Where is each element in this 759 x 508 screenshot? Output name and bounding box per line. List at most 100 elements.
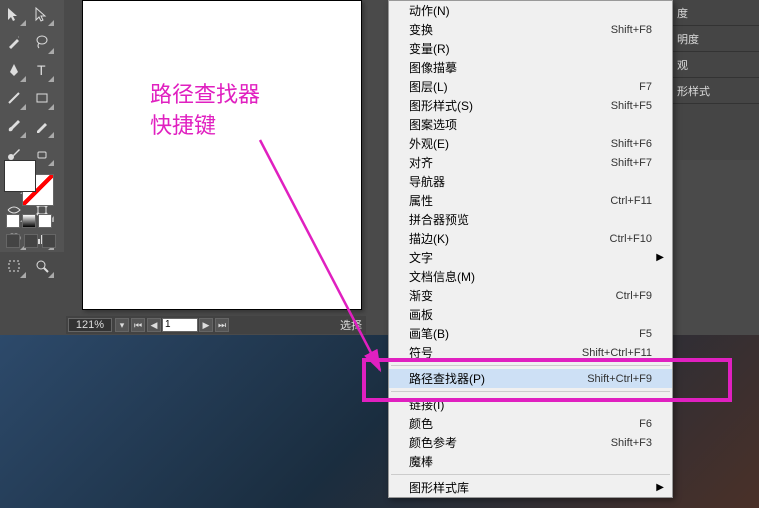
menu-item-label: 魔棒 xyxy=(409,453,652,470)
menu-item-shortcut: F7 xyxy=(639,81,652,93)
menu-item[interactable]: 颜色F6 xyxy=(389,414,672,433)
panel-row[interactable]: 明度 xyxy=(669,26,759,52)
tool-brush[interactable] xyxy=(0,112,28,140)
menu-item-shortcut: Ctrl+F11 xyxy=(610,195,652,207)
menu-item-shortcut: Shift+Ctrl+F9 xyxy=(587,373,652,385)
menu-item[interactable]: 变换Shift+F8 xyxy=(389,20,672,39)
menu-item-label: 描边(K) xyxy=(409,230,610,247)
window-menu: 动作(N)变换Shift+F8变量(R)图像描摹图层(L)F7图形样式(S)Sh… xyxy=(388,0,673,498)
nav-prev[interactable]: ◀ xyxy=(147,318,161,332)
tool-magic-wand[interactable] xyxy=(0,28,28,56)
tool-rectangle[interactable] xyxy=(28,84,56,112)
menu-item[interactable]: 图形样式(S)Shift+F5 xyxy=(389,96,672,115)
menu-item[interactable]: 动作(N) xyxy=(389,1,672,20)
color-mode[interactable] xyxy=(6,214,20,228)
menu-item-shortcut: F5 xyxy=(639,328,652,340)
menu-item[interactable]: 变量(R) xyxy=(389,39,672,58)
panel-row[interactable]: 形样式 xyxy=(669,78,759,104)
artboard[interactable] xyxy=(82,0,362,310)
menu-item[interactable]: 链接(I) xyxy=(389,395,672,414)
menu-item-label: 图像描摹 xyxy=(409,59,652,76)
menu-item[interactable]: 图层(L)F7 xyxy=(389,77,672,96)
tool-pen[interactable] xyxy=(0,56,28,84)
menu-item[interactable]: 属性Ctrl+F11 xyxy=(389,191,672,210)
screen-mode-icons xyxy=(6,234,56,248)
menu-item-label: 图案选项 xyxy=(409,116,652,133)
menu-item[interactable]: 渐变Ctrl+F9 xyxy=(389,286,672,305)
none-mode[interactable] xyxy=(38,214,52,228)
menu-item[interactable]: 符号Shift+Ctrl+F11 xyxy=(389,343,672,362)
gradient-mode[interactable] xyxy=(22,214,36,228)
menu-item[interactable]: 外观(E)Shift+F6 xyxy=(389,134,672,153)
menu-item[interactable]: 魔棒 xyxy=(389,452,672,471)
tool-direct-select[interactable] xyxy=(28,0,56,28)
menu-item-label: 渐变 xyxy=(409,287,616,304)
menu-item[interactable]: 图像描摹 xyxy=(389,58,672,77)
tool-pencil[interactable] xyxy=(28,112,56,140)
menu-item-label: 链接(I) xyxy=(409,396,652,413)
menu-item[interactable]: 文字 ▶ xyxy=(389,248,672,267)
tool-zoom[interactable] xyxy=(28,252,56,280)
menu-item[interactable]: 画笔(B)F5 xyxy=(389,324,672,343)
menu-item-label: 符号 xyxy=(409,344,582,361)
nav-dropdown[interactable]: ▾ xyxy=(115,318,129,332)
menu-item[interactable]: 图案选项 xyxy=(389,115,672,134)
fill-mode-swatches xyxy=(6,214,52,228)
tool-lasso[interactable] xyxy=(28,28,56,56)
canvas-area xyxy=(66,0,366,330)
menu-item[interactable]: 画板 xyxy=(389,305,672,324)
panel-row[interactable]: 度 xyxy=(669,0,759,26)
menu-item[interactable]: 路径查找器(P)Shift+Ctrl+F9 xyxy=(389,369,672,388)
nav-last[interactable]: ⏭ xyxy=(215,318,229,332)
menu-item-label: 导航器 xyxy=(409,173,652,190)
zoom-level[interactable]: 121% xyxy=(68,318,112,332)
menu-item-shortcut: Ctrl+F10 xyxy=(610,233,653,245)
color-swatches[interactable] xyxy=(4,160,56,208)
page-number-input[interactable]: 1 xyxy=(162,318,198,332)
fill-swatch[interactable] xyxy=(4,160,36,192)
menu-item-label: 颜色 xyxy=(409,415,639,432)
status-bar: 121% ▾ ⏮ ◀ 1 ▶ ⏭ 选择 xyxy=(66,316,366,334)
screen-mode-2[interactable] xyxy=(24,234,38,248)
menu-item-shortcut: Ctrl+F9 xyxy=(616,290,652,302)
svg-text:T: T xyxy=(37,62,46,78)
submenu-arrow-icon: ▶ xyxy=(656,252,664,263)
menu-item-label: 图形样式库 xyxy=(409,479,652,496)
menu-item-label: 图层(L) xyxy=(409,78,639,95)
submenu-arrow-icon: ▶ xyxy=(656,482,664,493)
menu-item[interactable]: 图形样式库 ▶ xyxy=(389,478,672,497)
menu-item[interactable]: 拼合器预览 xyxy=(389,210,672,229)
menu-item[interactable]: 导航器 xyxy=(389,172,672,191)
menu-item[interactable]: 文档信息(M) xyxy=(389,267,672,286)
menu-item[interactable]: 描边(K)Ctrl+F10 xyxy=(389,229,672,248)
screen-mode-1[interactable] xyxy=(6,234,20,248)
menu-item-shortcut: Shift+F8 xyxy=(611,24,652,36)
tool-line[interactable] xyxy=(0,84,28,112)
menu-item-label: 变量(R) xyxy=(409,40,652,57)
tool-selection[interactable] xyxy=(0,0,28,28)
menu-item-label: 动作(N) xyxy=(409,2,652,19)
nav-next[interactable]: ▶ xyxy=(199,318,213,332)
menu-separator xyxy=(391,474,670,475)
panel-row[interactable]: 观 xyxy=(669,52,759,78)
menu-item-label: 文字 xyxy=(409,249,652,266)
menu-item[interactable]: 颜色参考Shift+F3 xyxy=(389,433,672,452)
right-panels: 度 明度 观 形样式 xyxy=(669,0,759,160)
nav-first[interactable]: ⏮ xyxy=(131,318,145,332)
menu-item-label: 画板 xyxy=(409,306,652,323)
menu-item-shortcut: Shift+F6 xyxy=(611,138,652,150)
menu-item[interactable]: 对齐Shift+F7 xyxy=(389,153,672,172)
menu-separator xyxy=(391,391,670,392)
menu-item-label: 文档信息(M) xyxy=(409,268,652,285)
menu-item-shortcut: F6 xyxy=(639,418,652,430)
menu-item-shortcut: Shift+F5 xyxy=(611,100,652,112)
menu-item-shortcut: Shift+F3 xyxy=(611,437,652,449)
tool-type[interactable]: T xyxy=(28,56,56,84)
screen-mode-3[interactable] xyxy=(42,234,56,248)
menu-item-label: 外观(E) xyxy=(409,135,611,152)
menu-item-label: 路径查找器(P) xyxy=(409,370,587,387)
tool-artboard[interactable] xyxy=(0,252,28,280)
menu-item-label: 颜色参考 xyxy=(409,434,611,451)
menu-item-label: 画笔(B) xyxy=(409,325,639,342)
menu-separator xyxy=(391,365,670,366)
